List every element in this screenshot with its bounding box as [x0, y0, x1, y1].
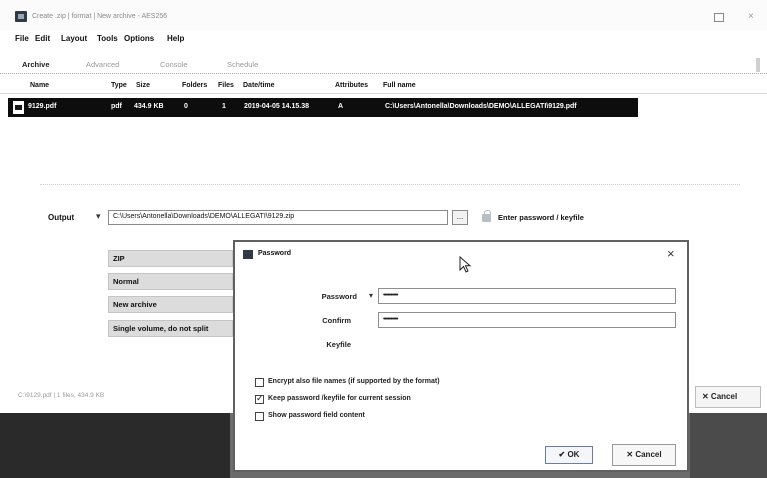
archive-mode-select[interactable]: New archive — [108, 296, 233, 313]
encrypt-names-checkbox[interactable] — [255, 378, 264, 387]
scrollbar[interactable] — [756, 58, 760, 72]
table-row[interactable]: 9129.pdf pdf 434.9 KB 0 1 2019-04-05 14.… — [8, 98, 638, 117]
confirm-password-field[interactable]: •••••••••• — [378, 312, 676, 328]
show-password-checkbox[interactable] — [255, 412, 264, 421]
window-title: Create .zip | format | New archive - AES… — [32, 13, 168, 20]
menu-edit[interactable]: Edit — [35, 34, 50, 43]
password-field[interactable]: •••••••••• — [378, 288, 676, 304]
column-header-type[interactable]: Type — [111, 82, 127, 89]
column-header-files[interactable]: Files — [218, 82, 234, 89]
tab-advanced[interactable]: Advanced — [86, 60, 119, 69]
output-path-field[interactable]: C:\Users\Antonella\Downloads\DEMO\ALLEGA… — [108, 210, 448, 225]
cell-name: 9129.pdf — [28, 103, 57, 110]
password-label: Password — [321, 292, 357, 301]
cell-fullname: C:\Users\Antonella\Downloads\DEMO\ALLEGA… — [385, 103, 577, 110]
chevron-down-icon[interactable]: ▾ — [96, 211, 101, 222]
column-header-attributes[interactable]: Attributes — [335, 82, 368, 89]
maximize-icon[interactable] — [714, 13, 724, 22]
menu-tools[interactable]: Tools — [97, 34, 118, 43]
divider — [40, 184, 740, 185]
taskbar-left — [0, 413, 230, 478]
ok-button[interactable]: ✔ OK — [545, 446, 593, 464]
mouse-cursor-icon — [459, 256, 472, 273]
compression-select[interactable]: Normal — [108, 273, 233, 290]
menu-help[interactable]: Help — [167, 34, 184, 43]
dialog-close-icon[interactable]: × — [667, 246, 675, 261]
browse-button[interactable]: ... — [452, 210, 468, 225]
keep-password-checkbox[interactable] — [255, 393, 264, 404]
output-label: Output — [48, 213, 75, 222]
taskbar-right — [690, 413, 767, 478]
column-header-size[interactable]: Size — [136, 82, 150, 89]
tab-bar: Archive Advanced Console Schedule — [0, 58, 767, 74]
split-select[interactable]: Single volume, do not split — [108, 320, 233, 337]
password-dialog: Password × Password ▾ •••••••••• Confirm… — [233, 240, 689, 472]
show-password-label: Show password field content — [268, 412, 365, 419]
cell-folders: 0 — [184, 103, 188, 110]
column-header-name[interactable]: Name — [30, 82, 49, 89]
dialog-title: Password — [258, 250, 292, 257]
menu-options[interactable]: Options — [124, 34, 154, 43]
window-close-icon[interactable]: × — [748, 11, 754, 22]
pdf-file-icon — [13, 101, 24, 114]
format-select[interactable]: ZIP — [108, 250, 233, 267]
menu-layout[interactable]: Layout — [61, 34, 87, 43]
status-text: C:\9129.pdf | 1 files, 434.9 KB — [18, 392, 105, 399]
menu-file[interactable]: File — [15, 34, 29, 43]
column-header-folders[interactable]: Folders — [182, 82, 207, 89]
cell-type: pdf — [111, 103, 122, 110]
tab-archive[interactable]: Archive — [22, 60, 50, 69]
app-logo-icon — [15, 11, 27, 22]
menu-bar: File Edit Layout Tools Options Help — [0, 34, 767, 50]
cell-datetime: 2019-04-05 14.15.38 — [244, 103, 309, 110]
cell-attributes: A — [338, 103, 344, 110]
column-header-datetime[interactable]: Date/time — [243, 82, 275, 89]
confirm-label: Confirm — [322, 316, 351, 325]
cell-size: 434.9 KB — [134, 103, 164, 110]
chevron-down-icon[interactable]: ▾ — [369, 291, 373, 300]
keyfile-label[interactable]: Keyfile — [271, 340, 351, 349]
keep-password-label: Keep password /keyfile for current sessi… — [268, 395, 411, 402]
enter-password-link[interactable]: Enter password / keyfile — [498, 213, 584, 222]
cell-files: 1 — [222, 103, 226, 110]
file-list-header: Name Type Size Folders Files Date/time A… — [0, 80, 767, 94]
tab-console[interactable]: Console — [160, 60, 188, 69]
column-header-fullname[interactable]: Full name — [383, 82, 416, 89]
dialog-cancel-button[interactable]: ✕ Cancel — [612, 444, 676, 466]
encrypt-names-label: Encrypt also file names (if supported by… — [268, 378, 440, 385]
app-logo-icon — [243, 250, 253, 259]
tab-schedule[interactable]: Schedule — [227, 60, 258, 69]
lock-icon[interactable] — [482, 210, 491, 222]
cancel-button[interactable]: ✕ Cancel — [695, 386, 761, 408]
